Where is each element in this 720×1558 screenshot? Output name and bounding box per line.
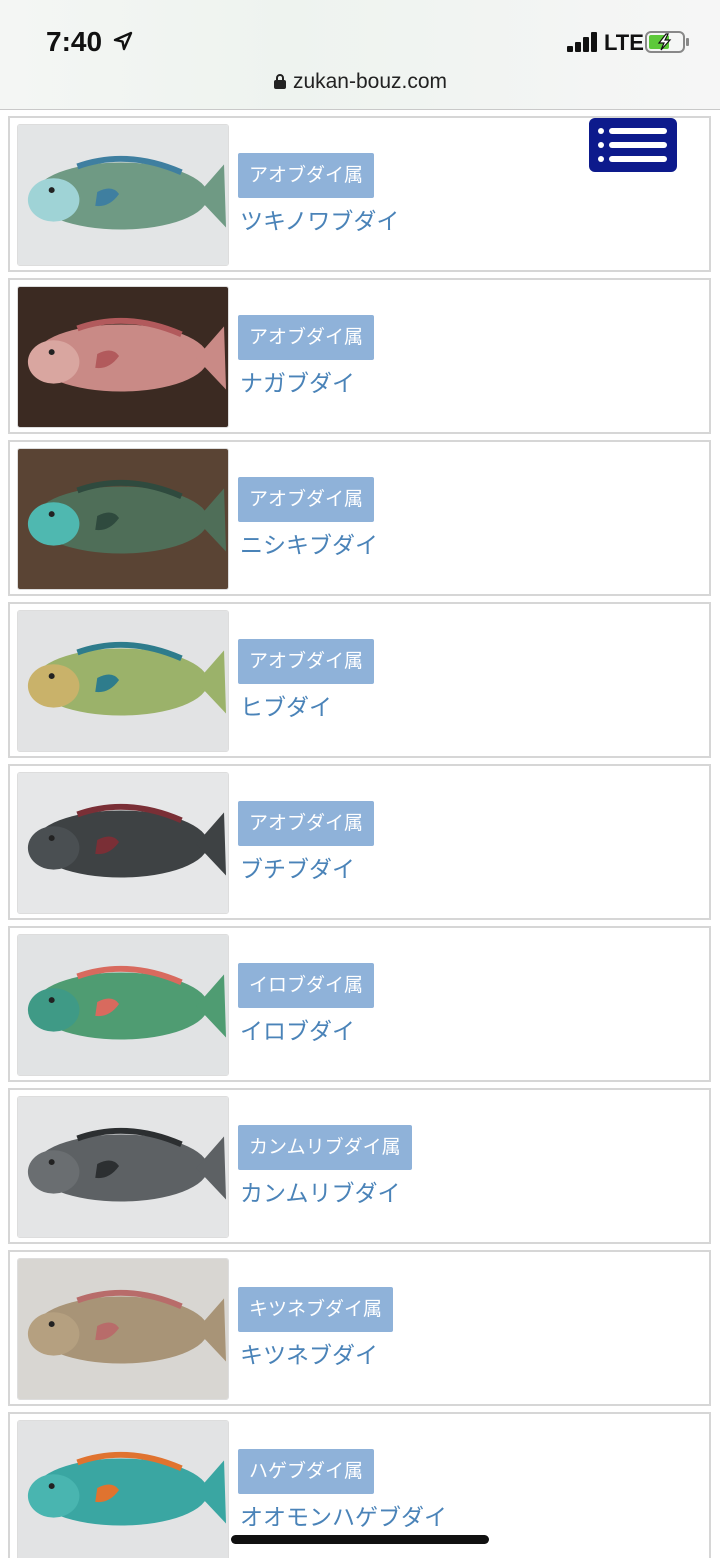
species-card[interactable]: アオブダイ属 ブチブダイ: [8, 764, 711, 920]
fish-photo: [18, 1259, 228, 1399]
fish-thumbnail[interactable]: [17, 1258, 229, 1400]
genus-tag[interactable]: カンムリブダイ属: [238, 1125, 412, 1170]
hamburger-menu-icon: [598, 128, 667, 162]
species-name-link[interactable]: ナガブダイ: [240, 364, 355, 398]
species-name-link[interactable]: カンムリブダイ: [240, 1174, 401, 1208]
fish-thumbnail[interactable]: [17, 934, 229, 1076]
species-name-link[interactable]: ヒブダイ: [240, 688, 332, 722]
fish-photo: [18, 1421, 228, 1558]
genus-tag[interactable]: アオブダイ属: [238, 801, 375, 846]
species-card[interactable]: アオブダイ属 ニシキブダイ: [8, 440, 711, 596]
species-name-link[interactable]: ニシキブダイ: [240, 526, 378, 560]
genus-tag[interactable]: イロブダイ属: [238, 963, 375, 1008]
status-time: 7:40: [46, 26, 103, 57]
home-indicator: [231, 1535, 489, 1544]
genus-tag[interactable]: アオブダイ属: [238, 315, 375, 360]
fish-thumbnail[interactable]: [17, 772, 229, 914]
fish-thumbnail[interactable]: [17, 1420, 229, 1558]
species-card[interactable]: カンムリブダイ属 カンムリブダイ: [8, 1088, 711, 1244]
url-text: zukan-bouz.com: [292, 70, 448, 93]
network-type: LTE: [604, 30, 644, 55]
fish-thumbnail[interactable]: [17, 610, 229, 752]
fish-photo: [18, 935, 228, 1075]
fish-photo: [18, 1097, 228, 1237]
fish-photo: [18, 773, 228, 913]
fish-photo: [18, 449, 228, 589]
species-name-link[interactable]: キツネブダイ: [240, 1336, 378, 1370]
species-name-link[interactable]: イロブダイ: [240, 1012, 355, 1046]
battery-charging-icon: [645, 31, 689, 53]
status-bar: 7:40 LTE zukan-bouz.com: [0, 0, 720, 110]
genus-tag[interactable]: アオブダイ属: [238, 153, 375, 198]
fish-photo: [18, 287, 228, 427]
signal-strength-icon: [567, 32, 601, 52]
species-name-link[interactable]: ブチブダイ: [240, 850, 355, 884]
genus-tag[interactable]: ハゲブダイ属: [238, 1449, 375, 1494]
species-card[interactable]: イロブダイ属 イロブダイ: [8, 926, 711, 1082]
address-bar[interactable]: zukan-bouz.com: [0, 70, 720, 94]
species-name-link[interactable]: ツキノワブダイ: [240, 202, 399, 236]
location-arrow-icon: [113, 31, 133, 51]
lock-icon: [273, 74, 286, 89]
species-card[interactable]: キツネブダイ属 キツネブダイ: [8, 1250, 711, 1406]
species-name-link[interactable]: オオモンハゲブダイ: [240, 1498, 447, 1532]
genus-tag[interactable]: アオブダイ属: [238, 639, 375, 684]
species-card[interactable]: アオブダイ属 ヒブダイ: [8, 602, 711, 758]
species-list: アオブダイ属 ツキノワブダイ アオブダイ属 ナガブダイ アオブダイ属 ニシキブダ…: [8, 116, 711, 1558]
fish-thumbnail[interactable]: [17, 124, 229, 266]
fish-thumbnail[interactable]: [17, 286, 229, 428]
genus-tag[interactable]: アオブダイ属: [238, 477, 375, 522]
fish-photo: [18, 125, 228, 265]
fish-photo: [18, 611, 228, 751]
fish-thumbnail[interactable]: [17, 448, 229, 590]
genus-tag[interactable]: キツネブダイ属: [238, 1287, 394, 1332]
fish-thumbnail[interactable]: [17, 1096, 229, 1238]
species-card[interactable]: アオブダイ属 ナガブダイ: [8, 278, 711, 434]
hamburger-menu-button[interactable]: [589, 118, 677, 172]
